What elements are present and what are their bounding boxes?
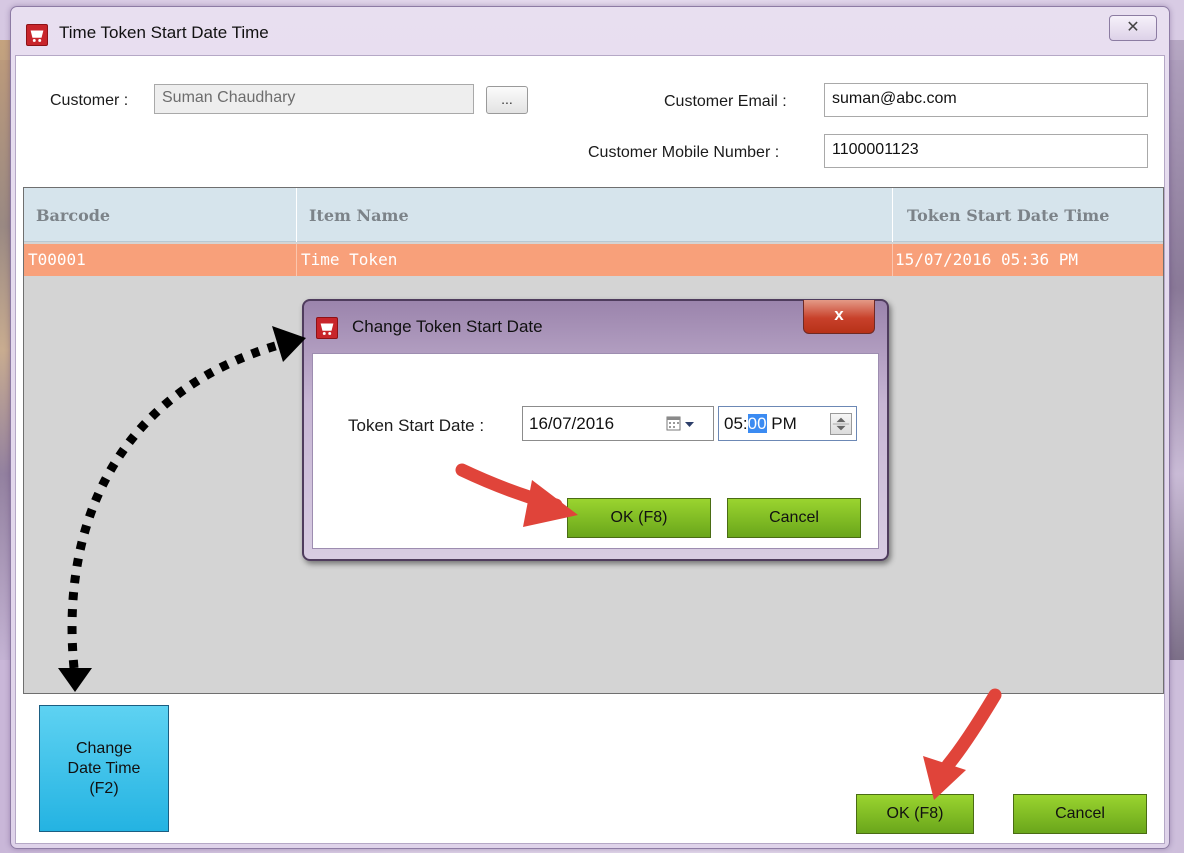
cart-icon xyxy=(26,24,48,46)
token-start-date-label: Token Start Date : xyxy=(348,416,485,435)
dialog-title: Change Token Start Date xyxy=(352,317,543,336)
table-row[interactable]: T00001 Time Token 15/07/2016 05:36 PM xyxy=(24,244,1163,276)
cell-barcode: T00001 xyxy=(24,244,297,276)
column-header-item-name[interactable]: Item Name xyxy=(297,188,893,242)
token-start-date-picker[interactable]: 16/07/2016 xyxy=(522,406,714,441)
dialog-close-button[interactable]: x xyxy=(803,300,875,334)
dialog-client-area: Token Start Date : 16/07/2016 05:00 PM O… xyxy=(312,353,879,549)
grid-header: Barcode Item Name Token Start Date Time xyxy=(24,188,1163,242)
change-token-start-dialog: Change Token Start Date x Token Start Da… xyxy=(302,299,889,561)
column-header-token-start[interactable]: Token Start Date Time xyxy=(893,188,1163,242)
dialog-cancel-button[interactable]: Cancel xyxy=(727,498,861,538)
customer-field: Suman Chaudhary xyxy=(154,84,474,114)
calendar-icon[interactable] xyxy=(666,416,696,432)
time-minute[interactable]: 00 xyxy=(747,414,767,433)
customer-email-field[interactable]: suman@abc.com xyxy=(824,83,1148,117)
customer-label: Customer : xyxy=(50,92,129,109)
window-titlebar[interactable]: Time Token Start Date Time ✕ xyxy=(11,7,1169,55)
dropdown-arrow-icon xyxy=(685,422,694,427)
spinner-icon[interactable] xyxy=(830,413,852,435)
cancel-button[interactable]: Cancel xyxy=(1013,794,1147,834)
date-value: 16/07/2016 xyxy=(529,414,615,433)
window-title: Time Token Start Date Time xyxy=(59,23,269,42)
cell-token-start: 15/07/2016 05:36 PM xyxy=(895,250,1079,269)
ok-button[interactable]: OK (F8) xyxy=(856,794,974,834)
change-date-time-line1: Change xyxy=(75,739,133,757)
column-header-barcode[interactable]: Barcode xyxy=(24,188,297,242)
change-date-time-line2: Date Time xyxy=(67,759,141,777)
cart-icon xyxy=(316,317,338,339)
customer-mobile-label: Customer Mobile Number : xyxy=(588,144,780,161)
desktop-background-right xyxy=(1170,40,1184,660)
change-date-time-line3: (F2) xyxy=(89,779,119,797)
customer-browse-button[interactable]: ... xyxy=(486,86,528,114)
customer-email-label: Customer Email : xyxy=(664,93,787,110)
change-date-time-button[interactable]: Change Date Time (F2) xyxy=(39,705,169,832)
close-icon: x xyxy=(834,305,844,324)
close-icon: ✕ xyxy=(1126,19,1140,36)
token-start-time-picker[interactable]: 05:00 PM xyxy=(718,406,857,441)
time-hour: 05: xyxy=(724,414,748,433)
cell-item-name: Time Token xyxy=(297,244,893,276)
dialog-ok-button[interactable]: OK (F8) xyxy=(567,498,711,538)
customer-mobile-field[interactable]: 1100001123 xyxy=(824,134,1148,168)
window-close-button[interactable]: ✕ xyxy=(1109,15,1157,41)
time-ampm: PM xyxy=(766,414,797,433)
